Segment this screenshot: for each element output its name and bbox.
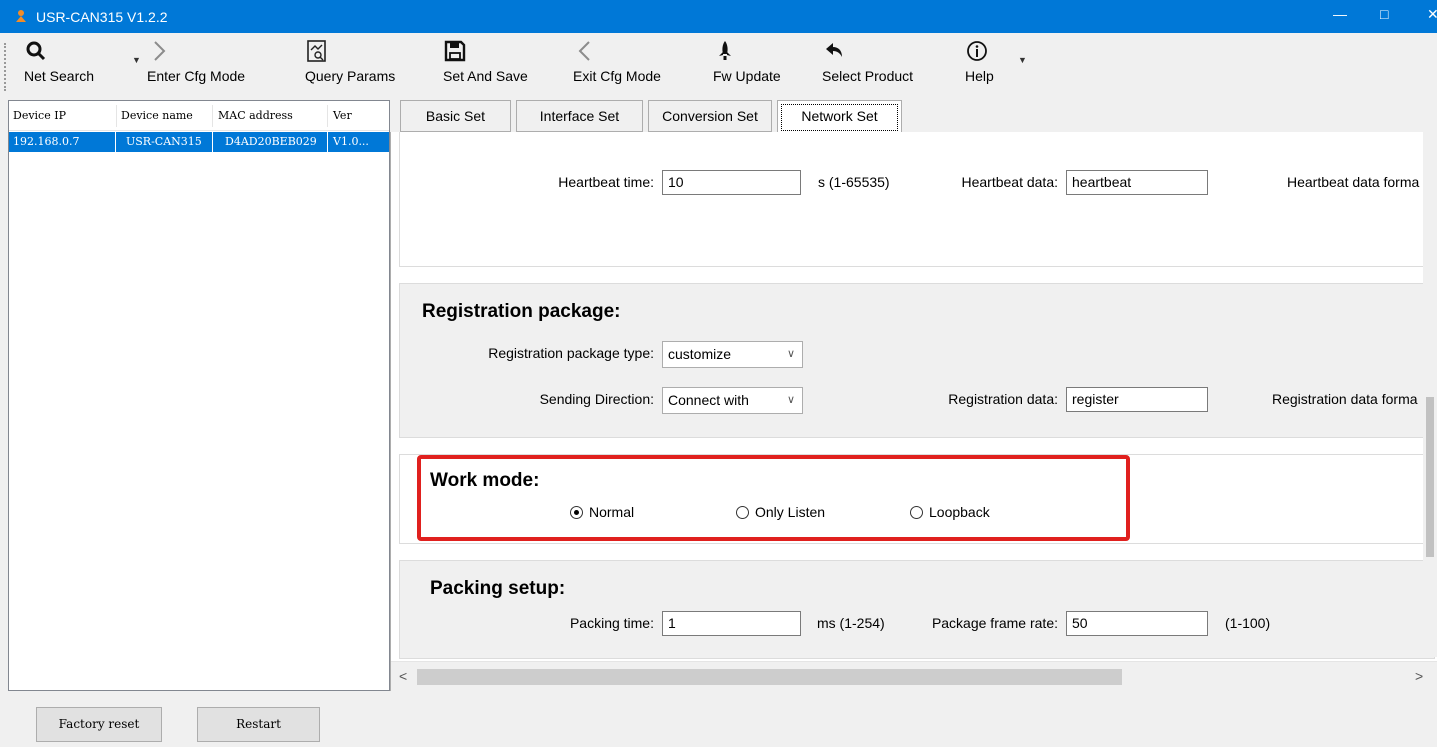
heartbeat-data-format-label: Heartbeat data forma: [1287, 174, 1420, 190]
horizontal-scrollbar-thumb[interactable]: [417, 669, 1122, 685]
packing-time-input[interactable]: 1: [662, 611, 801, 636]
fw-update-button[interactable]: Fw Update: [713, 39, 781, 84]
registration-type-select[interactable]: customize ∨: [662, 341, 803, 368]
factory-reset-button[interactable]: Factory reset: [36, 707, 162, 742]
device-list[interactable]: Device IP Device name MAC address Ver 19…: [8, 100, 390, 691]
help-button[interactable]: Help: [965, 39, 994, 84]
packing-time-range: ms (1-254): [817, 615, 885, 631]
device-name-cell: USR-CAN315: [116, 132, 212, 152]
package-frame-rate-range: (1-100): [1225, 615, 1271, 631]
info-icon: [965, 39, 989, 63]
rocket-icon: [713, 39, 737, 63]
tab-basic-set[interactable]: Basic Set: [400, 100, 511, 132]
chevron-down-icon: ∨: [786, 394, 795, 406]
sending-direction-label: Sending Direction:: [539, 391, 654, 407]
column-divider[interactable]: [212, 105, 213, 127]
heartbeat-data-label: Heartbeat data:: [961, 174, 1058, 190]
registration-package-section: Registration package: Registration packa…: [399, 283, 1435, 438]
heartbeat-section: Heartbeat time: 10 s (1-65535) Heartbeat…: [399, 132, 1435, 267]
tab-conversion-set[interactable]: Conversion Set: [648, 100, 772, 132]
packing-setup-section: Packing setup: Packing time: 1 ms (1-254…: [399, 560, 1435, 659]
column-mac-address[interactable]: MAC address: [218, 109, 293, 122]
minimize-button[interactable]: —: [1333, 6, 1347, 22]
device-row[interactable]: 192.168.0.7 USR-CAN315 D4AD20BEB029 V1.0…: [9, 132, 389, 152]
network-settings-panel: Heartbeat time: 10 s (1-65535) Heartbeat…: [390, 132, 1437, 691]
registration-type-value: customize: [668, 346, 732, 362]
restart-button[interactable]: Restart: [197, 707, 320, 742]
exit-cfg-mode-label: Exit Cfg Mode: [573, 68, 661, 84]
registration-package-heading: Registration package:: [422, 301, 621, 322]
query-doc-icon: [305, 39, 329, 63]
tab-network-set[interactable]: Network Set: [777, 100, 902, 134]
version-cell: V1.0...: [328, 132, 389, 152]
help-label: Help: [965, 68, 994, 84]
packing-time-label: Packing time:: [569, 615, 654, 631]
vertical-scrollbar-thumb[interactable]: [1426, 397, 1434, 557]
registration-data-input[interactable]: register: [1066, 387, 1208, 412]
query-params-label: Query Params: [305, 68, 396, 84]
close-button[interactable]: ✕: [1427, 6, 1437, 23]
mac-address-cell: D4AD20BEB029: [213, 132, 327, 152]
net-search-label: Net Search: [24, 68, 95, 84]
search-icon: [24, 39, 48, 63]
device-ip-cell: 192.168.0.7: [9, 132, 115, 152]
save-icon: [443, 39, 467, 63]
registration-type-label: Registration package type:: [488, 345, 654, 361]
tab-interface-set[interactable]: Interface Set: [516, 100, 643, 132]
window-title: USR-CAN315 V1.2.2: [36, 9, 168, 25]
enter-cfg-mode-button[interactable]: Enter Cfg Mode: [147, 39, 245, 84]
enter-cfg-mode-label: Enter Cfg Mode: [147, 68, 246, 84]
package-frame-rate-input[interactable]: 50: [1066, 611, 1208, 636]
app-logo-icon: [16, 10, 26, 22]
chevron-left-icon: [573, 39, 597, 63]
sending-direction-select[interactable]: Connect with ∨: [662, 387, 803, 414]
set-and-save-button[interactable]: Set And Save: [443, 39, 528, 84]
work-mode-highlight-box: [417, 455, 1130, 541]
heartbeat-time-input[interactable]: 10: [662, 170, 801, 195]
scroll-left-icon[interactable]: <: [399, 668, 407, 684]
chevron-down-icon: ∨: [786, 348, 795, 360]
registration-data-format-label: Registration data forma: [1272, 391, 1418, 407]
back-arrow-icon: [822, 39, 846, 63]
maximize-button[interactable]: □: [1380, 6, 1388, 22]
registration-data-label: Registration data:: [948, 391, 1058, 407]
column-ver[interactable]: Ver: [333, 109, 352, 122]
column-divider[interactable]: [116, 105, 117, 127]
heartbeat-data-input[interactable]: heartbeat: [1066, 170, 1208, 195]
exit-cfg-mode-button[interactable]: Exit Cfg Mode: [573, 39, 661, 84]
horizontal-scrollbar[interactable]: < >: [391, 661, 1437, 691]
set-and-save-label: Set And Save: [443, 68, 528, 84]
chevron-right-icon: [147, 39, 171, 63]
select-product-label: Select Product: [822, 68, 914, 84]
column-divider[interactable]: [327, 105, 328, 127]
device-list-header: Device IP Device name MAC address Ver: [9, 101, 389, 131]
app-window: USR-CAN315 V1.2.2 — □ ✕ Net Search ▼ Ent…: [0, 0, 1437, 747]
query-params-button[interactable]: Query Params: [305, 39, 395, 84]
package-frame-rate-label: Package frame rate:: [931, 615, 1058, 631]
column-device-name[interactable]: Device name: [121, 109, 193, 122]
column-device-ip[interactable]: Device IP: [13, 109, 66, 122]
heartbeat-time-label: Heartbeat time:: [558, 174, 654, 190]
vertical-scrollbar[interactable]: [1423, 132, 1437, 657]
sending-direction-value: Connect with: [668, 392, 749, 408]
fw-update-label: Fw Update: [713, 68, 781, 84]
toolbar-overflow-icon[interactable]: ▼: [1018, 55, 1027, 65]
packing-setup-heading: Packing setup:: [430, 578, 566, 599]
scroll-right-icon[interactable]: >: [1415, 668, 1423, 684]
dropdown-arrow-icon[interactable]: ▼: [132, 55, 141, 65]
toolbar: Net Search ▼ Enter Cfg Mode Query Params…: [0, 33, 1437, 97]
focus-ring: [781, 104, 898, 131]
net-search-button[interactable]: Net Search: [24, 39, 94, 84]
select-product-button[interactable]: Select Product: [822, 39, 913, 84]
title-bar: USR-CAN315 V1.2.2 — □ ✕: [0, 0, 1437, 33]
heartbeat-time-range: s (1-65535): [818, 174, 890, 190]
toolbar-grip[interactable]: [4, 43, 8, 91]
